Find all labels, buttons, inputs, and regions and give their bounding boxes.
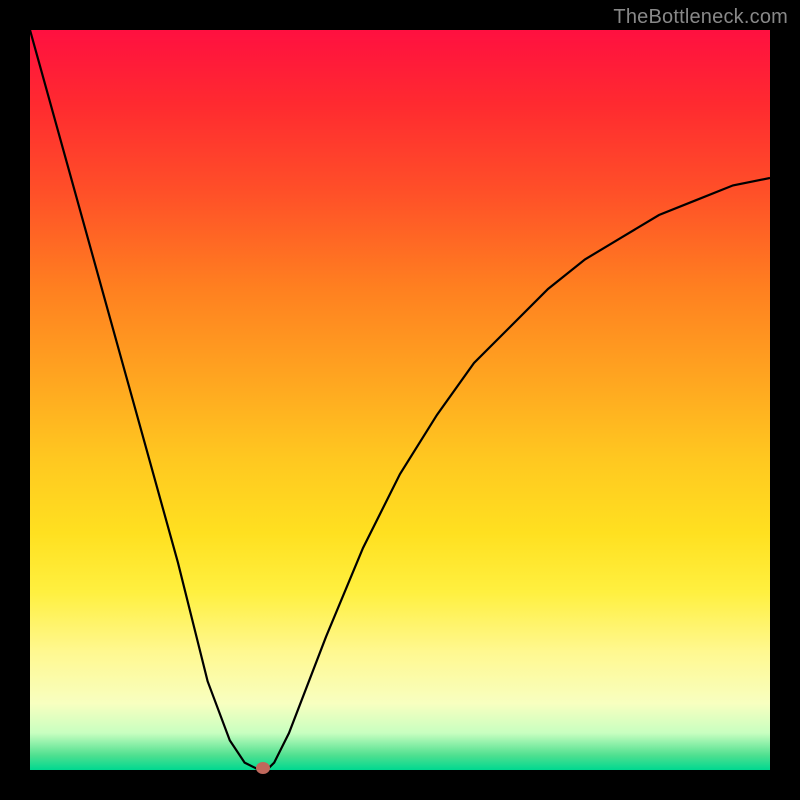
chart-frame: TheBottleneck.com: [0, 0, 800, 800]
plot-area: [30, 30, 770, 770]
bottleneck-curve: [30, 30, 770, 770]
marker-dot: [256, 762, 270, 774]
attribution-label: TheBottleneck.com: [613, 6, 788, 29]
